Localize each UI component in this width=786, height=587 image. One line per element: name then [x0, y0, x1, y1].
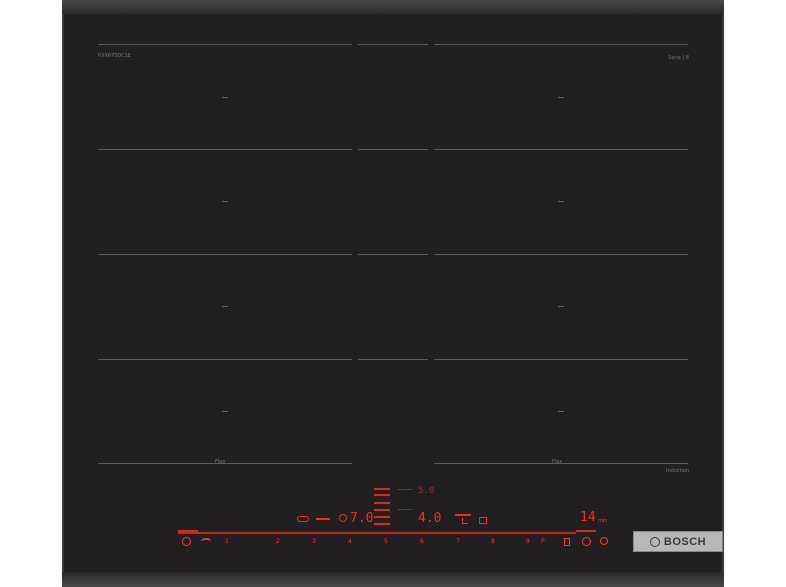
- move-function-icon[interactable]: [455, 514, 471, 516]
- zone-line: [358, 44, 428, 45]
- wipe-protection-icon[interactable]: [564, 538, 570, 546]
- power-level-top: 5.0: [418, 486, 435, 496]
- slider-boost[interactable]: P: [541, 538, 545, 545]
- zone-line: [358, 254, 428, 255]
- power-level-main: 7.0: [350, 511, 374, 526]
- frame-bottom: [62, 572, 724, 587]
- zone-line: [98, 359, 352, 360]
- pan-icon[interactable]: [297, 516, 309, 522]
- zone-line: [98, 44, 352, 45]
- zone-indicator-bar[interactable]: [374, 494, 390, 496]
- transfer-icon[interactable]: [462, 518, 468, 524]
- cooktop-glass: [62, 0, 724, 587]
- power-icon[interactable]: [182, 537, 191, 546]
- zone-line: [358, 359, 428, 360]
- zone-indicator-bar[interactable]: [374, 502, 390, 504]
- zone-indicator-dim: [398, 509, 412, 510]
- slider-level-1[interactable]: 1: [225, 538, 229, 545]
- zone-line: [434, 254, 688, 255]
- zone-line: [98, 254, 352, 255]
- timer-unit: min: [598, 518, 608, 524]
- stopwatch-icon[interactable]: [600, 537, 608, 545]
- zone-center-mark: [558, 411, 564, 412]
- series-label: Serie | 8: [668, 55, 689, 61]
- zone-line: [358, 149, 428, 150]
- zone-indicator-bar[interactable]: [374, 488, 390, 490]
- zone-center-mark: [222, 411, 228, 412]
- timer-display: 14: [580, 510, 596, 525]
- zone-center-mark: [558, 97, 564, 98]
- induction-label: Induction: [666, 468, 690, 474]
- zone-line: [98, 149, 352, 150]
- zone-indicator-dim: [398, 489, 412, 490]
- flex-zone-label-left: Flex: [215, 459, 226, 465]
- zone-center-mark: [558, 201, 564, 202]
- zone-center-mark: [222, 97, 228, 98]
- zone-indicator-bar[interactable]: [374, 509, 390, 511]
- cooking-sensor-icon[interactable]: [316, 518, 330, 520]
- zone-center-mark: [558, 306, 564, 307]
- timer-icon[interactable]: [582, 537, 591, 546]
- child-lock-icon[interactable]: [201, 538, 211, 546]
- model-label: PXX675DC1E: [98, 53, 132, 59]
- brand-badge: BOSCH: [633, 531, 723, 552]
- flex-zone-label-right: Flex: [552, 459, 563, 465]
- timer-underline: [576, 530, 596, 532]
- slider-level-8[interactable]: 8: [491, 538, 495, 545]
- frame-top: [62, 0, 724, 14]
- power-boost-icon[interactable]: [479, 517, 487, 524]
- slider-level-6[interactable]: 6: [420, 538, 424, 545]
- slider-level-2[interactable]: 2: [276, 538, 280, 545]
- zone-indicator-bar[interactable]: [374, 516, 390, 518]
- slider-level-4[interactable]: 4: [348, 538, 352, 545]
- zone-line: [434, 359, 688, 360]
- brand-name: BOSCH: [663, 535, 707, 548]
- zone-center-mark: [222, 306, 228, 307]
- slider-level-7[interactable]: 7: [456, 538, 460, 545]
- zone-line: [434, 44, 688, 45]
- brand-logo-icon: [649, 536, 660, 547]
- zone-line: [434, 149, 688, 150]
- power-level-secondary: 4.0: [418, 511, 442, 526]
- slider-level-9[interactable]: 9: [526, 538, 530, 545]
- power-slider[interactable]: [178, 532, 576, 534]
- zone-center-mark: [222, 201, 228, 202]
- slider-level-5[interactable]: 5: [384, 538, 388, 545]
- slider-level-3[interactable]: 3: [312, 538, 316, 545]
- zone-indicator-bar[interactable]: [374, 523, 390, 525]
- stopwatch-icon[interactable]: [339, 514, 347, 522]
